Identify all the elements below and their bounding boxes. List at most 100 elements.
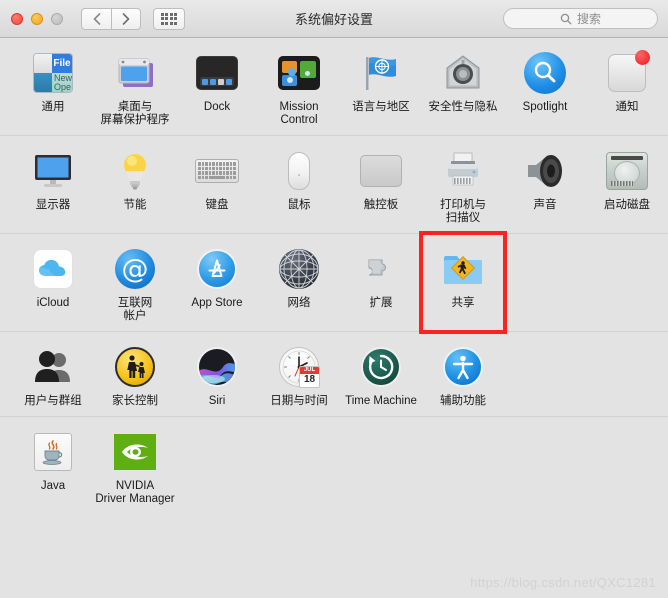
window-titlebar: 系统偏好设置 搜索 [0,0,668,38]
preferences-row: File New Ope 通用 桌面与 屏幕保护程序 Dock Mission … [0,38,668,135]
pref-label: 触控板 [363,199,399,211]
pref-label: NVIDIA Driver Manager [95,480,175,505]
pref-pane-keyboard[interactable]: 键盘 [176,136,258,233]
pref-pane-displays[interactable]: 显示器 [12,136,94,233]
pref-pane-dock[interactable]: Dock [176,38,258,135]
pref-pane-nvidia-driver-manager[interactable]: NVIDIA Driver Manager [94,417,176,514]
system-preferences-window: 系统偏好设置 搜索 File New Ope 通用 桌面与 屏幕保护程序 Doc… [0,0,668,598]
pref-label: 安全性与隐私 [428,101,498,113]
pref-pane-accessibility[interactable]: 辅助功能 [422,332,504,416]
pref-pane-mouse[interactable]: 鼠标 [258,136,340,233]
pref-pane-desktop-screensaver[interactable]: 桌面与 屏幕保护程序 [94,38,176,135]
pref-label: 通用 [41,101,65,113]
pref-label: 用户与群组 [24,395,82,407]
pref-label: 日期与时间 [270,395,328,407]
pref-label: Java [40,480,66,492]
pref-label: Mission Control [279,101,319,126]
desktop-screensaver-icon [111,49,159,97]
pref-pane-siri[interactable]: Siri [176,332,258,416]
general-icon-open-text: Ope [53,81,71,92]
extensions-icon [357,245,405,293]
pref-pane-spotlight[interactable]: Spotlight [504,38,586,135]
preferences-row: 用户与群组 家长控制 Siri JUL 18 日期与时间 Time Machin… [0,331,668,416]
startup-disk-icon [603,147,651,195]
pref-pane-security-privacy[interactable]: 安全性与隐私 [422,38,504,135]
pref-pane-startup-disk[interactable]: 启动磁盘 [586,136,668,233]
pref-pane-sharing[interactable]: 共享 [419,231,507,334]
pref-pane-date-time[interactable]: JUL 18 日期与时间 [258,332,340,416]
pref-pane-mission-control[interactable]: Mission Control [258,38,340,135]
pref-label: 启动磁盘 [604,199,650,211]
pref-label: 显示器 [35,199,71,211]
pref-label: 共享 [451,297,475,309]
spotlight-icon [521,49,569,97]
pref-pane-sound[interactable]: 声音 [504,136,586,233]
minimize-button[interactable] [31,12,43,25]
preferences-grid: File New Ope 通用 桌面与 屏幕保护程序 Dock Mission … [0,38,668,598]
preferences-row: 显示器 节能 键盘 鼠标 触控板 打印机与 扫描仪 声音 启动磁盘 [0,135,668,233]
pref-label: Siri [208,395,226,407]
calendar-month: JUL [300,367,319,374]
search-field[interactable]: 搜索 [503,8,658,29]
java-icon [29,428,77,476]
printers-scanners-icon [439,147,487,195]
zoom-button [51,12,63,25]
pref-pane-icloud[interactable]: iCloud [12,234,94,331]
pref-pane-printers-scanners[interactable]: 打印机与 扫描仪 [422,136,504,233]
siri-icon [193,343,241,391]
energy-saver-icon [111,147,159,195]
pref-pane-language-region[interactable]: 语言与地区 [340,38,422,135]
navigation-buttons [81,7,141,30]
pref-pane-extensions[interactable]: 扩展 [340,234,422,331]
pref-label: 通知 [615,101,639,113]
forward-arrow-icon [122,12,130,25]
network-icon [275,245,323,293]
pref-pane-parental-controls[interactable]: 家长控制 [94,332,176,416]
internet-accounts-icon: @ [111,245,159,293]
pref-pane-time-machine[interactable]: Time Machine [340,332,422,416]
pref-pane-internet-accounts[interactable]: @ 互联网 帐户 [94,234,176,331]
grid-dots-icon [160,12,178,25]
forward-button[interactable] [111,7,141,30]
pref-label: 互联网 帐户 [117,297,153,322]
pref-label: 扩展 [369,297,393,309]
pref-label: Time Machine [345,395,417,407]
pref-label: 桌面与 屏幕保护程序 [100,101,170,126]
pref-label: 节能 [123,199,147,211]
trackpad-icon [357,147,405,195]
pref-pane-general[interactable]: File New Ope 通用 [12,38,94,135]
calendar-day: 18 [303,374,316,385]
notifications-icon [603,49,651,97]
preferences-row: Java NVIDIA Driver Manager [0,416,668,514]
show-all-button[interactable] [153,7,185,30]
pref-pane-java[interactable]: Java [12,417,94,514]
pref-pane-notifications[interactable]: 通知 [586,38,668,135]
icloud-icon [29,245,77,293]
users-groups-icon [29,343,77,391]
pref-pane-users-groups[interactable]: 用户与群组 [12,332,94,416]
back-button[interactable] [81,7,111,30]
sound-icon [521,147,569,195]
close-button[interactable] [11,12,23,25]
security-privacy-icon [439,49,487,97]
pref-label: 键盘 [205,199,229,211]
calendar-badge: JUL 18 [299,366,320,388]
pref-label: 声音 [533,199,557,211]
pref-pane-trackpad[interactable]: 触控板 [340,136,422,233]
back-arrow-icon [93,12,100,25]
pref-pane-energy-saver[interactable]: 节能 [94,136,176,233]
accessibility-icon [439,343,487,391]
preferences-row: iCloud @ 互联网 帐户 App Store 网络 扩展 共享 [0,231,668,334]
date-time-icon: JUL 18 [275,343,323,391]
time-machine-icon [357,343,405,391]
notification-badge [635,50,650,65]
pref-label: 家长控制 [112,395,158,407]
pref-label: 语言与地区 [352,101,410,113]
pref-pane-app-store[interactable]: App Store [176,234,258,331]
dock-icon [193,49,241,97]
pref-pane-network[interactable]: 网络 [258,234,340,331]
displays-icon [29,147,77,195]
keyboard-icon [193,147,241,195]
parental-controls-icon [111,343,159,391]
pref-label: iCloud [36,297,70,309]
